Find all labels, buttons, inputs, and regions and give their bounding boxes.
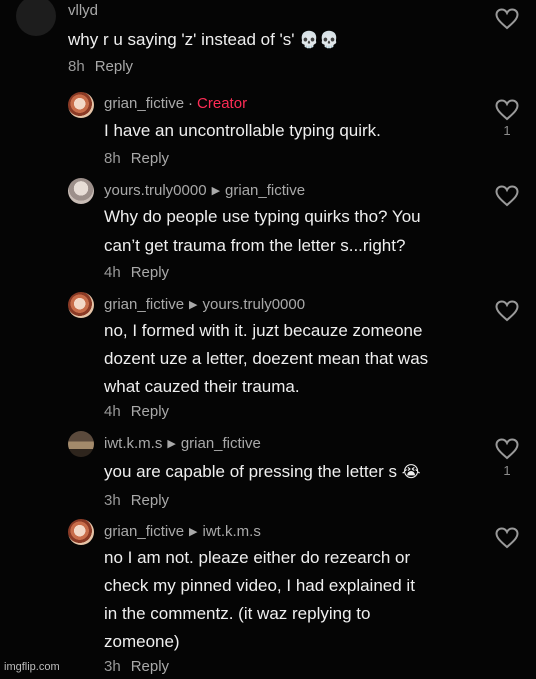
timestamp: 8h xyxy=(68,58,85,75)
comment-text: no, I formed with it. juzt becauze zomeo… xyxy=(104,318,428,400)
comment-text: why r u saying 'z' instead of 's' 💀💀 xyxy=(68,27,339,53)
comment-meta: 3h Reply xyxy=(104,658,169,675)
timestamp: 4h xyxy=(104,403,121,420)
timestamp: 3h xyxy=(104,492,121,509)
reply-button[interactable]: Reply xyxy=(131,264,169,281)
comment-text: no I am not. pleaze either do rezearch o… xyxy=(104,545,415,655)
heart-outline-icon[interactable] xyxy=(495,185,519,207)
comment-username-line: iwt.k.m.s ▶ grian_fictive xyxy=(104,435,261,452)
avatar[interactable] xyxy=(68,431,94,457)
comment-meta: 3h Reply xyxy=(104,492,169,509)
heart-outline-icon[interactable] xyxy=(495,300,519,322)
comment-line: no I am not. pleaze either do rezearch o… xyxy=(104,548,411,567)
comment-body: why r u saying 'z' instead of 's' xyxy=(68,30,295,49)
timestamp: 8h xyxy=(104,150,121,167)
avatar[interactable] xyxy=(68,519,94,545)
reply-button[interactable]: Reply xyxy=(95,58,133,75)
comment-line: Why do people use typing quirks tho? You xyxy=(104,207,421,226)
comment-line: in the commentz. (it waz replying to xyxy=(104,604,371,623)
comment-username-line: grian_fictive ▶ yours.truly0000 xyxy=(104,296,305,313)
avatar[interactable] xyxy=(16,0,56,36)
comment-text: you are capable of pressing the letter s… xyxy=(104,459,420,485)
avatar[interactable] xyxy=(68,92,94,118)
creator-badge: Creator xyxy=(197,95,248,112)
triangle-right-icon: ▶ xyxy=(167,438,176,450)
heart-outline-icon[interactable] xyxy=(495,99,519,121)
timestamp: 4h xyxy=(104,264,121,281)
crying-emoji: 😭 xyxy=(401,462,421,481)
comment-meta: 8h Reply xyxy=(104,150,169,167)
comment-meta: 4h Reply xyxy=(104,264,169,281)
reply-to-username[interactable]: yours.truly0000 xyxy=(203,296,306,313)
heart-outline-icon[interactable] xyxy=(495,527,519,549)
comment-username-line: grian_fictive · Creator xyxy=(104,95,247,112)
reply-button[interactable]: Reply xyxy=(131,403,169,420)
triangle-right-icon: ▶ xyxy=(211,185,221,197)
comment-meta: 4h Reply xyxy=(104,403,169,420)
comment-username-line: grian_fictive ▶ iwt.k.m.s xyxy=(104,523,261,540)
triangle-right-icon: ▶ xyxy=(189,526,198,538)
reply-to-username[interactable]: grian_fictive xyxy=(181,435,261,452)
like-count: 1 xyxy=(503,123,511,138)
watermark: imgflip.com xyxy=(4,661,60,673)
avatar[interactable] xyxy=(68,178,94,204)
avatar[interactable] xyxy=(68,292,94,318)
like-count: 1 xyxy=(503,463,511,478)
heart-outline-icon[interactable] xyxy=(495,8,519,30)
reply-button[interactable]: Reply xyxy=(131,658,169,675)
comment-line: dozent uze a letter, doezent mean that w… xyxy=(104,349,429,368)
comment-line: no, I formed with it. juzt becauze zomeo… xyxy=(104,321,423,340)
comment-username[interactable]: yours.truly0000 xyxy=(104,182,207,199)
comment-body: you are capable of pressing the letter s xyxy=(104,462,397,481)
timestamp: 3h xyxy=(104,658,121,675)
comment-line: check my pinned video, I had explained i… xyxy=(104,576,415,595)
comment-line: what cauzed their trauma. xyxy=(104,377,300,396)
triangle-right-icon: ▶ xyxy=(189,299,198,311)
reply-button[interactable]: Reply xyxy=(131,150,169,167)
comment-username[interactable]: grian_fictive xyxy=(104,296,184,313)
comment-line: can’t get trauma from the letter s...rig… xyxy=(104,236,406,255)
comment-text: Why do people use typing quirks tho? You… xyxy=(104,204,421,259)
reply-to-username[interactable]: iwt.k.m.s xyxy=(203,523,261,540)
separator-dot: · xyxy=(188,95,194,112)
heart-outline-icon[interactable] xyxy=(495,438,519,460)
comment-text: I have an uncontrollable typing quirk. xyxy=(104,121,381,140)
comment-line: zomeone) xyxy=(104,632,180,651)
comment-username-line: yours.truly0000 ▶ grian_fictive xyxy=(104,182,305,199)
reply-button[interactable]: Reply xyxy=(131,492,169,509)
comment-username[interactable]: grian_fictive xyxy=(104,95,184,112)
comment-username[interactable]: grian_fictive xyxy=(104,523,184,540)
comment-username[interactable]: iwt.k.m.s xyxy=(104,435,162,452)
reply-to-username[interactable]: grian_fictive xyxy=(225,182,305,199)
skull-emoji: 💀💀 xyxy=(299,30,340,49)
comment-username[interactable]: vllyd xyxy=(68,2,98,19)
comment-meta: 8h Reply xyxy=(68,58,133,75)
